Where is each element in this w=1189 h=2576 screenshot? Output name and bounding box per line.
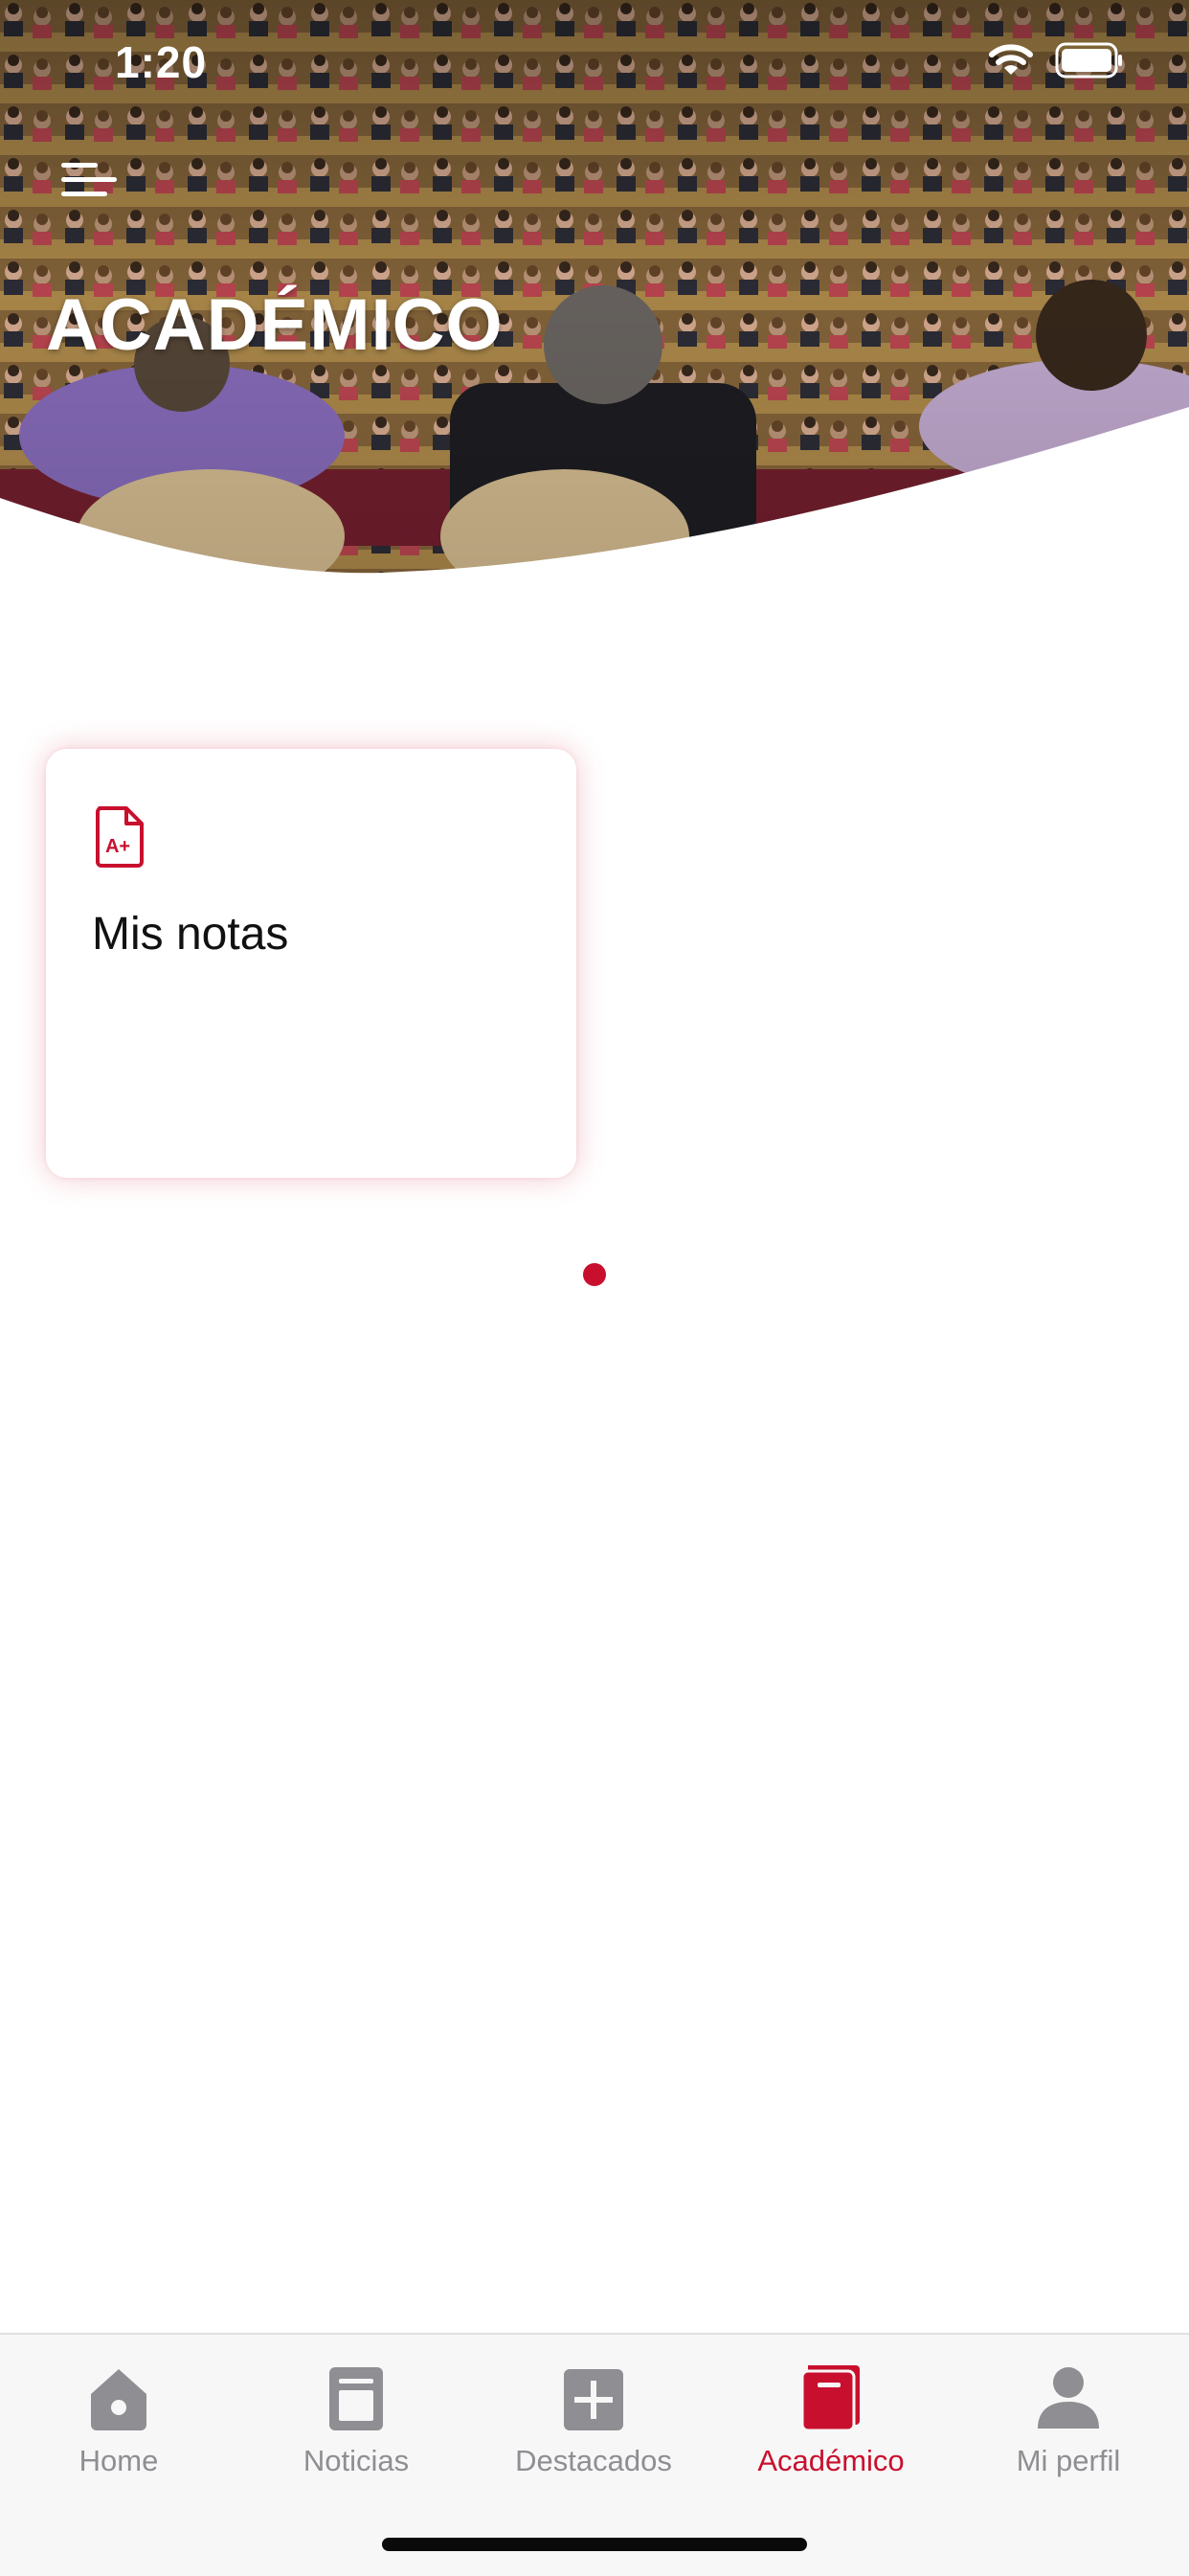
book-icon: [800, 2365, 860, 2432]
mis-notas-card[interactable]: A+ Mis notas: [46, 749, 576, 1178]
tab-academico-label: Académico: [757, 2444, 905, 2477]
status-icons: [988, 42, 1124, 79]
tab-mi-perfil[interactable]: Mi perfil: [950, 2356, 1187, 2499]
svg-text:A+: A+: [105, 836, 130, 857]
tab-academico[interactable]: Académico: [712, 2356, 950, 2499]
status-time: 1:20: [115, 37, 208, 87]
page-title: ACADÉMICO: [46, 284, 504, 366]
grade-document-icon: A+: [96, 806, 144, 868]
tab-mi-perfil-label: Mi perfil: [1016, 2444, 1121, 2477]
tab-noticias[interactable]: Noticias: [237, 2356, 475, 2499]
home-icon: [91, 2369, 146, 2430]
card-label: Mis notas: [92, 909, 289, 960]
wifi-icon: [989, 44, 1033, 75]
person-icon: [1038, 2367, 1099, 2429]
home-indicator: [382, 2538, 807, 2551]
menu-button[interactable]: [56, 153, 123, 211]
tab-home[interactable]: Home: [0, 2356, 237, 2499]
menu-icon: [61, 163, 117, 196]
header-banner: 1:20 ACADÉMICO: [0, 0, 1189, 594]
battery-icon: [1055, 42, 1122, 79]
plus-square-icon: [564, 2369, 623, 2430]
pagination-dot: [583, 1263, 606, 1286]
news-icon: [329, 2367, 383, 2430]
tab-noticias-label: Noticias: [303, 2444, 410, 2477]
tab-home-label: Home: [79, 2444, 159, 2477]
tab-destacados-label: Destacados: [515, 2444, 672, 2477]
tab-destacados[interactable]: Destacados: [475, 2356, 712, 2499]
